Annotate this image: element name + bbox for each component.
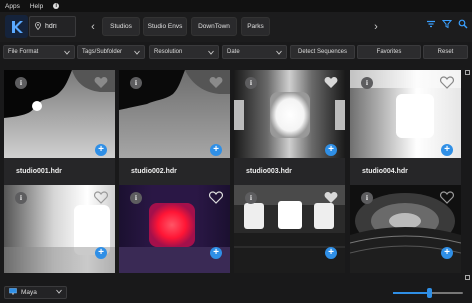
favorites-button[interactable]: Favorites <box>357 45 421 59</box>
date-dropdown[interactable]: Date <box>222 45 287 59</box>
detect-sequences-button[interactable]: Detect Sequences <box>290 45 355 59</box>
add-button[interactable]: + <box>441 247 453 259</box>
search-field[interactable] <box>29 16 76 37</box>
chevron-down-icon <box>64 50 70 57</box>
add-button[interactable]: + <box>325 144 337 156</box>
asset-name: studio003.hdr <box>234 158 345 185</box>
sort-icon[interactable] <box>426 19 436 31</box>
info-icon[interactable]: i <box>361 77 373 89</box>
menu-bar: Apps Help i <box>0 0 472 12</box>
back-button[interactable]: ‹ <box>86 16 100 37</box>
info-icon[interactable]: i <box>130 77 142 89</box>
top-icons <box>426 19 468 31</box>
about-info-icon[interactable]: i <box>53 3 60 9</box>
heart-icon[interactable] <box>94 191 108 204</box>
heart-icon[interactable] <box>209 191 223 204</box>
asset-name: studio002.hdr <box>119 158 230 185</box>
search-icon[interactable] <box>458 19 468 31</box>
date-label: Date <box>227 49 240 55</box>
chip-parks[interactable]: Parks <box>241 17 270 36</box>
add-button[interactable]: + <box>210 144 222 156</box>
heart-icon[interactable] <box>440 191 454 204</box>
bottom-bar: Maya <box>0 283 472 303</box>
top-bar: ‹ Studios Studio Envs DownTown Parks › <box>0 12 472 42</box>
file-format-label: File Format <box>8 49 39 55</box>
info-icon[interactable]: i <box>15 192 27 204</box>
resolution-label: Resolution <box>154 49 183 55</box>
filter-icon[interactable] <box>441 19 453 31</box>
chevron-right-icon: › <box>374 20 378 33</box>
asset-name: studio004.hdr <box>350 158 461 185</box>
dcc-selector[interactable]: Maya <box>4 286 67 299</box>
resolution-dropdown[interactable]: Resolution <box>149 45 219 59</box>
reset-button[interactable]: Reset <box>423 45 468 59</box>
file-format-dropdown[interactable]: File Format <box>3 45 75 59</box>
slider-fill <box>393 292 430 294</box>
add-button[interactable]: + <box>95 144 107 156</box>
chevron-left-icon: ‹ <box>91 20 95 33</box>
thumbnail-size-slider[interactable] <box>393 288 463 298</box>
forward-button[interactable]: › <box>369 16 383 37</box>
monitor-icon <box>9 288 17 297</box>
chevron-down-icon <box>134 50 140 57</box>
heart-icon[interactable] <box>324 76 338 89</box>
tags-subfolder-dropdown[interactable]: Tags/Subfolder <box>77 45 145 59</box>
add-button[interactable]: + <box>441 144 453 156</box>
heart-icon[interactable] <box>324 191 338 204</box>
heart-icon[interactable] <box>209 76 223 89</box>
search-input[interactable] <box>45 23 71 30</box>
heart-icon[interactable] <box>94 76 108 89</box>
scroll-up-button[interactable] <box>465 70 470 75</box>
location-pin-icon <box>35 21 41 32</box>
chevron-down-icon <box>208 50 214 57</box>
app-logo <box>5 15 28 38</box>
info-icon[interactable]: i <box>361 192 373 204</box>
grid-scrollbar[interactable] <box>465 70 470 280</box>
chip-studios[interactable]: Studios <box>102 17 140 36</box>
app-window: Apps Help i ‹ Studios Studio Envs DownTo… <box>0 0 472 303</box>
add-button[interactable]: + <box>325 247 337 259</box>
add-button[interactable]: + <box>210 247 222 259</box>
info-icon[interactable]: i <box>245 77 257 89</box>
chevron-down-icon <box>276 50 282 57</box>
info-icon[interactable]: i <box>245 192 257 204</box>
slider-handle[interactable] <box>426 288 432 298</box>
scroll-down-button[interactable] <box>465 275 470 280</box>
tags-subfolder-label: Tags/Subfolder <box>82 49 123 55</box>
info-icon[interactable]: i <box>15 77 27 89</box>
dcc-label: Maya <box>21 289 37 296</box>
info-icon[interactable]: i <box>130 192 142 204</box>
menu-apps[interactable]: Apps <box>5 3 20 10</box>
asset-grid: i + studio001.hdr i + studio002.hdr i + … <box>0 65 472 283</box>
asset-name: studio001.hdr <box>4 158 115 185</box>
chip-downtown[interactable]: DownTown <box>191 17 237 36</box>
filter-bar: File Format Tags/Subfolder Resolution Da… <box>0 42 472 62</box>
chevron-down-icon <box>56 289 62 296</box>
chip-studio-envs[interactable]: Studio Envs <box>143 17 187 36</box>
add-button[interactable]: + <box>95 247 107 259</box>
heart-icon[interactable] <box>440 76 454 89</box>
menu-help[interactable]: Help <box>30 3 43 10</box>
